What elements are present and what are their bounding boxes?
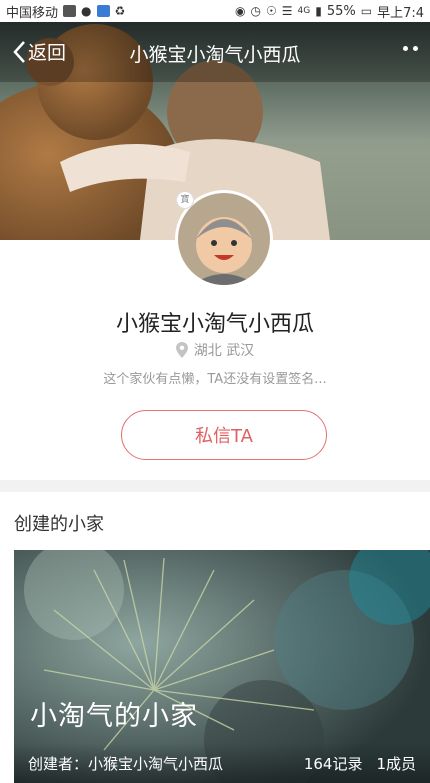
network-type: 4G — [297, 6, 311, 16]
location-text: 湖北 武汉 — [193, 343, 255, 359]
private-message-button[interactable]: 私信TA — [121, 410, 327, 460]
status-bar: 中国移动 ● ♻ ◉ ◷ ☉ ☰ 4G ▮ 55% ▭ 早上7:4 — [0, 0, 430, 22]
status-left: 中国移动 ● ♻ — [6, 2, 125, 21]
home-creator: 创建者：小猴宝小淘气小西瓜 — [28, 753, 290, 774]
gallery-icon — [63, 5, 77, 17]
more-options-button[interactable] — [401, 40, 420, 57]
back-label: 返回 — [28, 42, 67, 64]
username: 小猴宝小淘气小西瓜 — [115, 312, 314, 337]
created-homes-section: 创建的小家 小淘气的小家 创建者：小猴宝小淘气小西瓜 164记录 1成员 — [0, 492, 430, 783]
top-nav-bar: 返回 小猴宝小淘气小西瓜 — [0, 22, 430, 84]
wifi-icon: ☰ — [281, 4, 293, 18]
carrier-label: 中国移动 — [6, 5, 59, 21]
more-dot-icon — [403, 46, 408, 51]
headphone-icon: ◉ — [235, 4, 246, 18]
user-badge: 寶 — [176, 191, 194, 209]
recycle-icon: ♻ — [114, 4, 126, 18]
battery-percent: 55% — [326, 3, 356, 19]
baby-photo — [178, 193, 270, 285]
section-title: 创建的小家 — [14, 514, 104, 535]
creator-label: 创建者： — [28, 754, 89, 773]
battery-icon: ▭ — [360, 4, 373, 18]
app-notification-icon — [96, 5, 110, 17]
home-name: 小淘气的小家 — [30, 701, 198, 732]
location-pin-icon — [175, 342, 188, 358]
member-count: 1成员 — [376, 754, 416, 773]
record-count: 164记录 — [303, 754, 363, 773]
status-right: ◉ ◷ ☉ ☰ 4G ▮ 55% ▭ 早上7:4 — [235, 2, 424, 21]
alarm-icon: ◷ — [250, 4, 261, 18]
chevron-left-icon — [13, 40, 25, 63]
clock: 早上7:4 — [377, 5, 424, 21]
signature: 这个家伙有点懒，TA还没有设置签名... — [103, 372, 327, 387]
creator-name: 小猴宝小淘气小西瓜 — [88, 754, 224, 773]
wechat-icon: ● — [81, 4, 92, 18]
back-button[interactable]: 返回 — [12, 38, 66, 65]
home-meta-bar: 创建者：小猴宝小淘气小西瓜 164记录 1成员 — [14, 743, 430, 783]
location: 湖北 武汉 — [0, 340, 430, 360]
home-card[interactable]: 小淘气的小家 创建者：小猴宝小淘气小西瓜 164记录 1成员 — [14, 550, 430, 783]
more-dot-icon — [413, 46, 418, 51]
eye-icon: ☉ — [265, 4, 277, 18]
signal-icon: ▮ — [315, 4, 322, 18]
